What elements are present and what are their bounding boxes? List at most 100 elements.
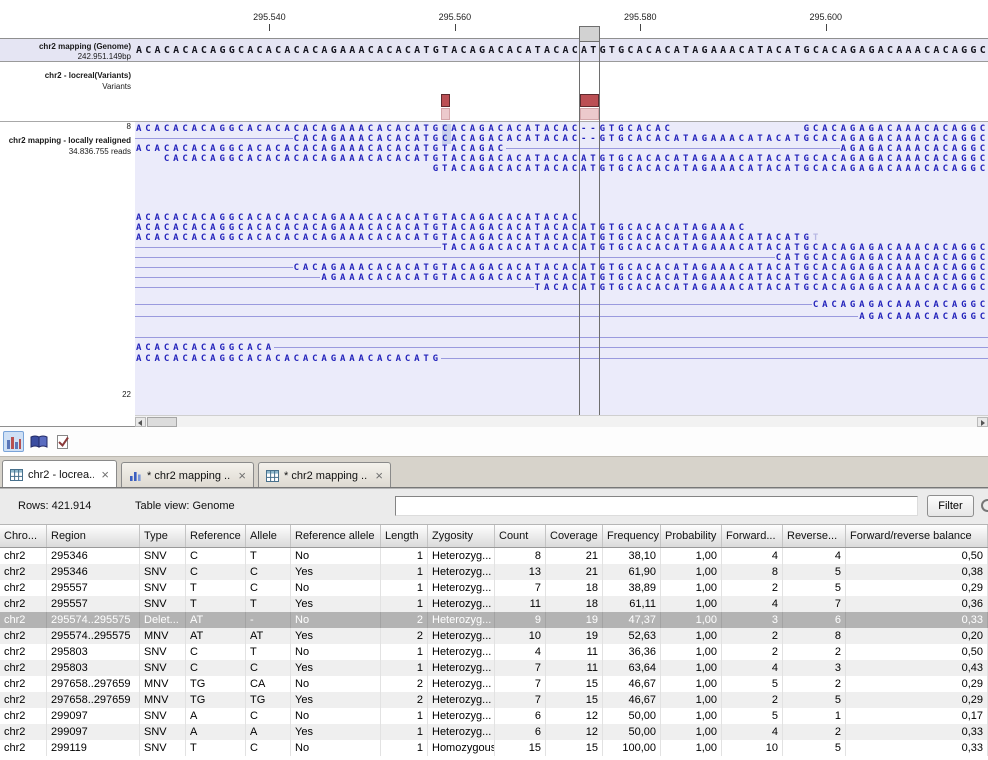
cell: 5 [783, 692, 846, 708]
scrollbar-thumb[interactable] [147, 417, 177, 427]
paired-read-connector [274, 347, 988, 348]
read-sequence-text: TACACATGTGCACACATAGAAACATACATGCACAGAGACA… [535, 283, 988, 293]
cell: 1,00 [661, 724, 722, 740]
column-header-zygosity[interactable]: Zygosity [428, 525, 495, 547]
table-row[interactable]: chr2299119SNVTCNo1Homozygous1515100,001,… [0, 740, 988, 756]
table-row[interactable]: chr2297658..297659MNVTGCANo2Heterozyg...… [0, 676, 988, 692]
cell: 2 [783, 644, 846, 660]
close-icon[interactable]: × [238, 469, 246, 482]
read [135, 333, 988, 343]
mismatch-base: C [442, 124, 451, 134]
read-sequence-text: AGAGACAAACACAGGC [841, 144, 988, 154]
tab-1[interactable]: chr2 - locrea... × [2, 460, 117, 488]
read: CATGCACAGAGACAAACACAGGC [135, 253, 988, 263]
cell: SNV [140, 596, 186, 612]
cell: MNV [140, 676, 186, 692]
read: GTACAGACACATACACATGTGCACACATAGAAACATACAT… [135, 164, 988, 174]
table-row[interactable]: chr2295574..295575Delet...AT-No2Heterozy… [0, 612, 988, 628]
column-header-chro-[interactable]: Chro... [0, 525, 47, 547]
filter-options-icon[interactable] [981, 499, 988, 512]
ruler-tick-mark [640, 24, 641, 31]
cell: A [246, 724, 291, 740]
table-row[interactable]: chr2299097SNVACNo1Heterozyg...61250,001,… [0, 708, 988, 724]
cell: 0,17 [846, 708, 988, 724]
table-row[interactable]: chr2295803SNVCTNo1Heterozyg...41136,361,… [0, 644, 988, 660]
column-header-coverage[interactable]: Coverage [546, 525, 603, 547]
cell: No [291, 580, 381, 596]
cell: 295346 [47, 564, 140, 580]
column-header-region[interactable]: Region [47, 525, 140, 547]
column-header-count[interactable]: Count [495, 525, 546, 547]
column-header-length[interactable]: Length [381, 525, 428, 547]
graphical-view-button[interactable] [3, 431, 24, 452]
read: ACACACACAGGCACACACACAGAAACACACATGTACAGAC… [135, 213, 988, 223]
reference-sequence-text: ACACACACAGGCACACACACAGAAACACACATGTACAGAC… [136, 41, 988, 60]
paired-read-connector [135, 337, 988, 338]
filter-input[interactable] [395, 496, 918, 516]
selection-handle[interactable] [579, 26, 600, 42]
scroll-right-button[interactable] [977, 417, 988, 427]
column-header-reference[interactable]: Reference [186, 525, 246, 547]
table-row[interactable]: chr2297658..297659MNVTGTGYes2Heterozyg..… [0, 692, 988, 708]
column-header-probability[interactable]: Probability [661, 525, 722, 547]
column-header-frequency[interactable]: Frequency [603, 525, 661, 547]
close-icon[interactable]: × [101, 468, 109, 481]
cell: Heterozyg... [428, 676, 495, 692]
cell: chr2 [0, 612, 47, 628]
cell: 6 [495, 724, 546, 740]
filter-button[interactable]: Filter [927, 495, 974, 517]
scroll-left-button[interactable] [135, 417, 146, 427]
column-header-type[interactable]: Type [140, 525, 186, 547]
paired-read-connector [135, 287, 534, 288]
read: CACAGAAACACACATGCACAGACACATACAC--GTGCACA… [135, 134, 988, 144]
cell: A [186, 724, 246, 740]
read-sequence-text: CACAGAAACACACATG [294, 134, 442, 144]
cell: MNV [140, 628, 186, 644]
tab-2[interactable]: * chr2 mapping ...× [121, 462, 254, 488]
cell: 1,00 [661, 644, 722, 660]
tab-3[interactable]: * chr2 mapping ...× [258, 462, 391, 488]
cell: chr2 [0, 692, 47, 708]
cell: 295557 [47, 596, 140, 612]
cell: 295574..295575 [47, 612, 140, 628]
horizontal-scrollbar[interactable] [135, 415, 988, 427]
table-row[interactable]: chr2295803SNVCCYes1Heterozyg...71163,641… [0, 660, 988, 676]
table-row[interactable]: chr2295557SNVTCNo1Heterozyg...71838,891,… [0, 580, 988, 596]
cell: 4 [783, 548, 846, 564]
cell: 1,00 [661, 692, 722, 708]
table-row[interactable]: chr2295574..295575MNVATATYes2Heterozyg..… [0, 628, 988, 644]
validate-view-button[interactable] [52, 431, 73, 452]
cell: No [291, 644, 381, 660]
open-book-view-button[interactable] [28, 431, 49, 452]
cell: 9 [495, 612, 546, 628]
column-header-reference-allele[interactable]: Reference allele [291, 525, 381, 547]
tab-bar: chr2 - locrea...×* chr2 mapping ...×* ch… [0, 456, 988, 487]
cell: 1,00 [661, 548, 722, 564]
table-row[interactable]: chr2295346SNVCCYes1Heterozyg...132161,90… [0, 564, 988, 580]
table-row[interactable]: chr2295346SNVCTNo1Heterozyg...82138,101,… [0, 548, 988, 564]
selection-column[interactable] [579, 26, 600, 415]
read-track-last-row-number: 22 [122, 390, 131, 399]
cell: 297658..297659 [47, 676, 140, 692]
paired-read-connector [135, 247, 441, 248]
table-row[interactable]: chr2295557SNVTTYes1Heterozyg...111861,11… [0, 596, 988, 612]
cell: No [291, 548, 381, 564]
column-header-allele[interactable]: Allele [246, 525, 291, 547]
cell: 10 [722, 740, 783, 756]
cell: chr2 [0, 548, 47, 564]
column-header-forward-reverse-balance[interactable]: Forward/reverse balance [846, 525, 988, 547]
close-icon[interactable]: × [375, 469, 383, 482]
cell: Heterozyg... [428, 644, 495, 660]
read: CACAGAAACACACATGTACAGACACATACACATGTGCACA… [135, 263, 988, 273]
table-row[interactable]: chr2299097SNVAAYes1Heterozyg...61250,001… [0, 724, 988, 740]
genome-browser-track-view[interactable]: 295.540295.560295.580295.600 chr2 mappin… [0, 0, 988, 427]
cell: TG [246, 692, 291, 708]
cell: 36,36 [603, 644, 661, 660]
column-header-forward-[interactable]: Forward... [722, 525, 783, 547]
paired-read-connector [135, 138, 293, 139]
cell: C [246, 580, 291, 596]
variant-marker[interactable] [441, 94, 450, 107]
tab-label: chr2 - locrea... [28, 469, 94, 481]
column-header-reverse-[interactable]: Reverse... [783, 525, 846, 547]
variant-marker-secondary[interactable] [441, 108, 450, 120]
